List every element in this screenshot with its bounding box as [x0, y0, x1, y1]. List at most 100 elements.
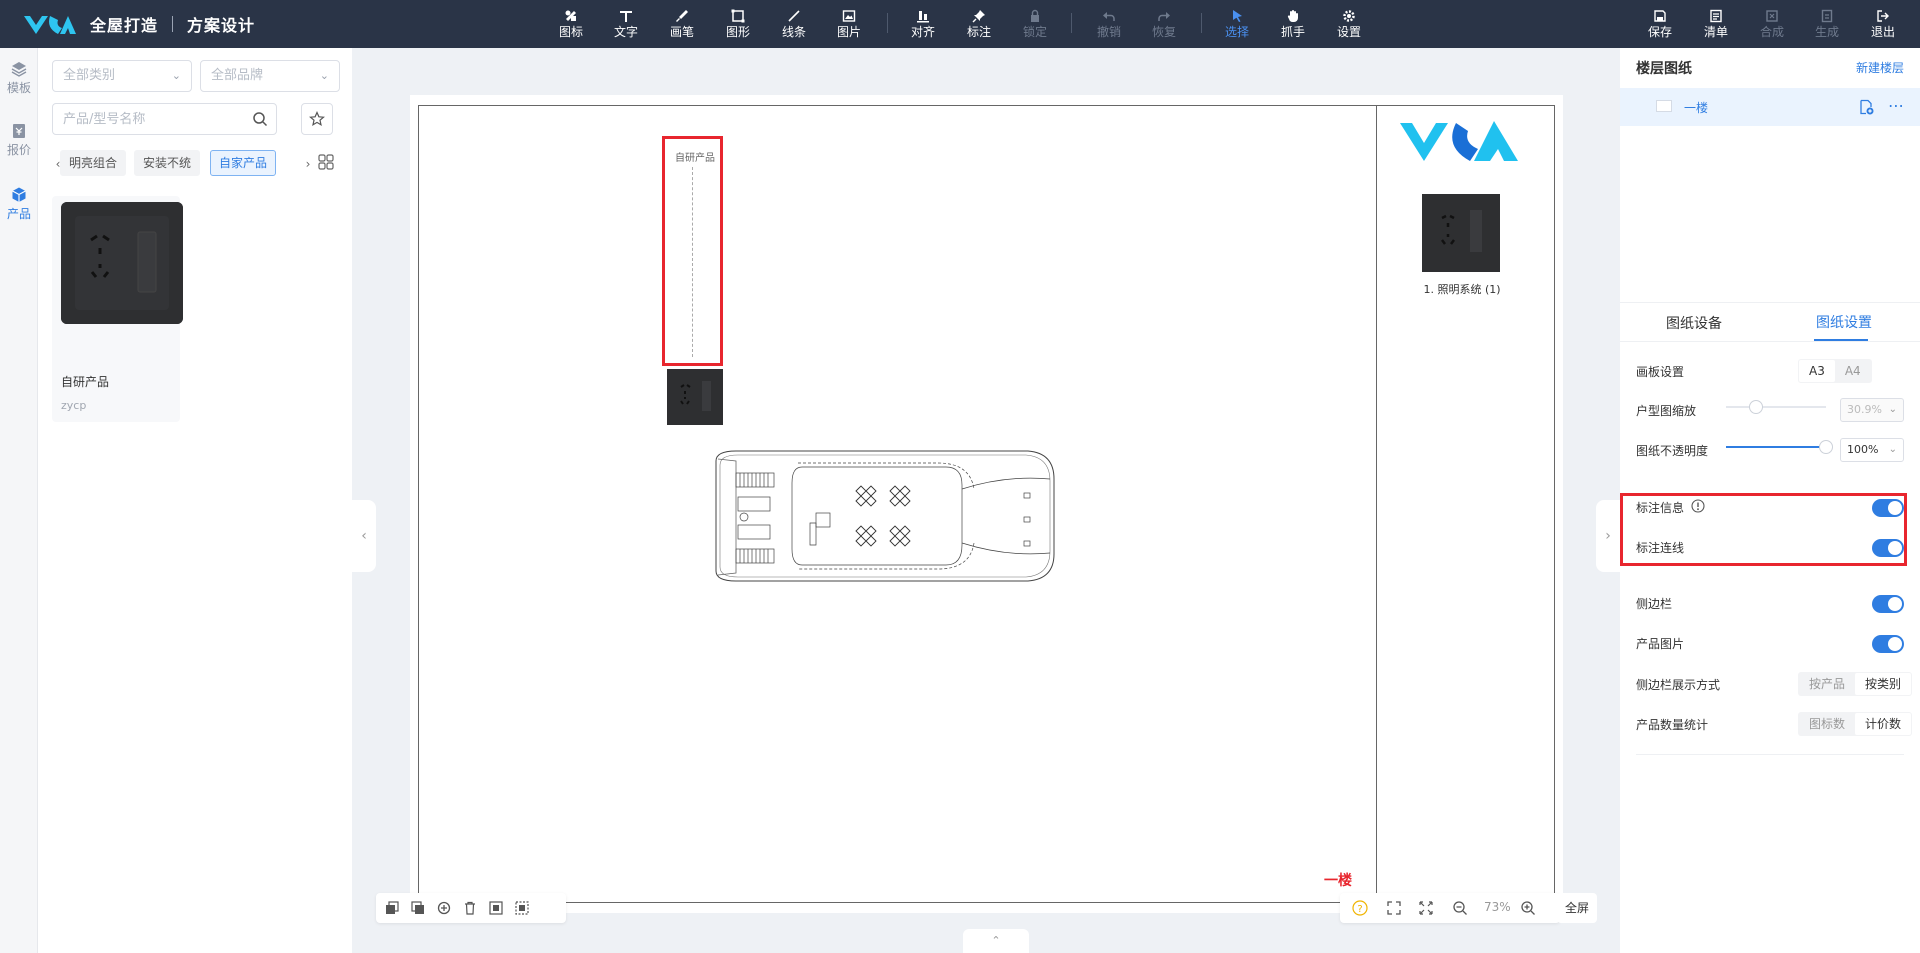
slider-knob[interactable]	[1819, 440, 1833, 454]
plan-scale-value: 30.9%	[1847, 403, 1882, 416]
sidebar-mode-label: 侧边栏展示方式	[1636, 678, 1721, 692]
tool-hand-label: 抓手	[1280, 25, 1305, 39]
tool-annotate[interactable]: 标注	[959, 5, 999, 43]
send-back-icon[interactable]	[410, 900, 426, 916]
exit-button[interactable]: 退出	[1863, 5, 1903, 43]
fullscreen-button[interactable]: 全屏	[1557, 893, 1597, 923]
tool-line[interactable]: 线条	[774, 5, 814, 43]
favorite-button[interactable]	[301, 103, 333, 135]
tool-brush[interactable]: 画笔	[662, 5, 702, 43]
line-icon	[774, 5, 814, 25]
chip-next-button[interactable]: ›	[302, 152, 314, 176]
star-icon	[309, 111, 325, 127]
slider-knob[interactable]	[1749, 400, 1763, 414]
search-input[interactable]	[53, 104, 233, 134]
brand-name: 全屋打造	[90, 16, 159, 35]
tool-align[interactable]: 对齐	[903, 5, 943, 43]
new-floor-link[interactable]: 新建楼层	[1856, 59, 1904, 76]
list-button[interactable]: 清单	[1696, 5, 1736, 43]
rail-item-quote[interactable]: 报价	[0, 116, 38, 168]
opacity-slider[interactable]	[1726, 437, 1833, 457]
plan-scale-slider[interactable]	[1726, 397, 1826, 417]
copy-icon[interactable]	[436, 900, 452, 916]
count-mode-label: 产品数量统计	[1636, 718, 1709, 732]
layers-icon	[11, 62, 27, 77]
zoom-out-icon[interactable]	[1452, 900, 1468, 916]
delete-icon[interactable]	[462, 900, 478, 916]
sidebar-label: 侧边栏	[1636, 597, 1673, 611]
floor-item[interactable]: 一楼 ⋯	[1620, 88, 1920, 126]
rail-item-product[interactable]: 产品	[0, 180, 38, 232]
socket-icon	[61, 202, 183, 324]
brand-logo-icon	[24, 16, 76, 34]
tool-select[interactable]: 选择	[1217, 5, 1257, 43]
group-icon[interactable]	[488, 900, 504, 916]
count-mode-price-count[interactable]: 计价数	[1855, 713, 1912, 735]
compose-icon	[1752, 5, 1792, 25]
product-name: 自研产品	[61, 375, 110, 389]
left-rail: 模板 报价 产品	[0, 48, 38, 953]
tool-settings[interactable]: 设置	[1329, 5, 1369, 43]
compose-button[interactable]: 合成	[1752, 5, 1792, 43]
rail-template-label: 模板	[6, 81, 31, 95]
grid-icon[interactable]	[318, 154, 334, 170]
gear-icon	[1329, 5, 1369, 25]
rail-quote-label: 报价	[6, 143, 31, 157]
hand-icon	[1273, 5, 1313, 25]
tool-shape[interactable]: 图形	[718, 5, 758, 43]
tool-redo[interactable]: 恢复	[1144, 5, 1184, 43]
floorplan-drawing	[715, 450, 1055, 582]
plan-scale-select[interactable]: 30.9% ⌄	[1840, 398, 1904, 422]
placed-product[interactable]	[667, 369, 723, 425]
ungroup-icon[interactable]	[514, 900, 530, 916]
tab-drawing-devices[interactable]: 图纸设备	[1666, 313, 1722, 333]
zoom-in-icon[interactable]	[1520, 900, 1536, 916]
opacity-select[interactable]: 100% ⌄	[1840, 438, 1904, 462]
tab-drawing-settings[interactable]: 图纸设置	[1816, 312, 1872, 332]
board-option-a4[interactable]: A4	[1835, 360, 1871, 382]
category-select[interactable]: 全部类别 ⌄	[52, 60, 192, 92]
collapse-right-panel-button[interactable]: ›	[1596, 500, 1620, 572]
help-icon[interactable]: ?	[1352, 900, 1368, 916]
tool-lock[interactable]: 锁定	[1015, 5, 1055, 43]
chip-bright-combo[interactable]: 明亮组合	[60, 150, 127, 176]
search-icon[interactable]	[252, 111, 268, 127]
fit-screen-icon[interactable]	[1386, 900, 1402, 916]
chip-own-products[interactable]: 自家产品	[210, 150, 277, 176]
tool-undo[interactable]: 撤销	[1089, 5, 1129, 43]
rail-item-template[interactable]: 模板	[0, 54, 38, 106]
tool-line-label: 线条	[781, 25, 806, 39]
chip-install[interactable]: 安装不统	[134, 150, 201, 176]
pin-icon	[959, 5, 999, 25]
annotation-label: 自研产品	[675, 153, 715, 164]
save-button[interactable]: 保存	[1640, 5, 1680, 43]
tool-text[interactable]: 文字	[606, 5, 646, 43]
board-option-a3[interactable]: A3	[1799, 360, 1835, 382]
drawing-sheet[interactable]: 自研产品 1. 照明系统 (1) 一楼	[410, 95, 1563, 913]
sidebar-mode-by-product[interactable]: 按产品	[1799, 673, 1855, 695]
bring-front-icon[interactable]	[384, 900, 400, 916]
collapse-left-panel-button[interactable]: ‹	[352, 500, 376, 572]
tool-image[interactable]: 图片	[829, 5, 869, 43]
expand-bottom-handle[interactable]: ⌃	[963, 929, 1029, 953]
count-mode-icon-count[interactable]: 图标数	[1799, 713, 1855, 735]
compose-label: 合成	[1759, 25, 1784, 39]
save-icon	[1640, 5, 1680, 25]
tool-icon[interactable]: 图标	[551, 5, 591, 43]
tool-hand[interactable]: 抓手	[1273, 5, 1313, 43]
add-page-icon[interactable]	[1858, 99, 1874, 115]
product-code: zycp	[61, 399, 87, 412]
sidebar-product-image	[1422, 194, 1500, 272]
sidebar-mode-by-category[interactable]: 按类别	[1855, 673, 1912, 695]
sidebar-toggle[interactable]	[1872, 595, 1904, 613]
undo-icon	[1089, 5, 1129, 25]
tool-redo-label: 恢复	[1151, 25, 1176, 39]
generate-button[interactable]: 生成	[1807, 5, 1847, 43]
brand-select[interactable]: 全部品牌 ⌄	[200, 60, 340, 92]
floor-label: 一楼	[1324, 873, 1352, 889]
expand-icon[interactable]	[1418, 900, 1434, 916]
category-select-value: 全部类别	[63, 68, 116, 83]
more-icon[interactable]: ⋯	[1888, 96, 1905, 115]
company-logo-icon	[1400, 121, 1518, 161]
product-image-toggle[interactable]	[1872, 635, 1904, 653]
